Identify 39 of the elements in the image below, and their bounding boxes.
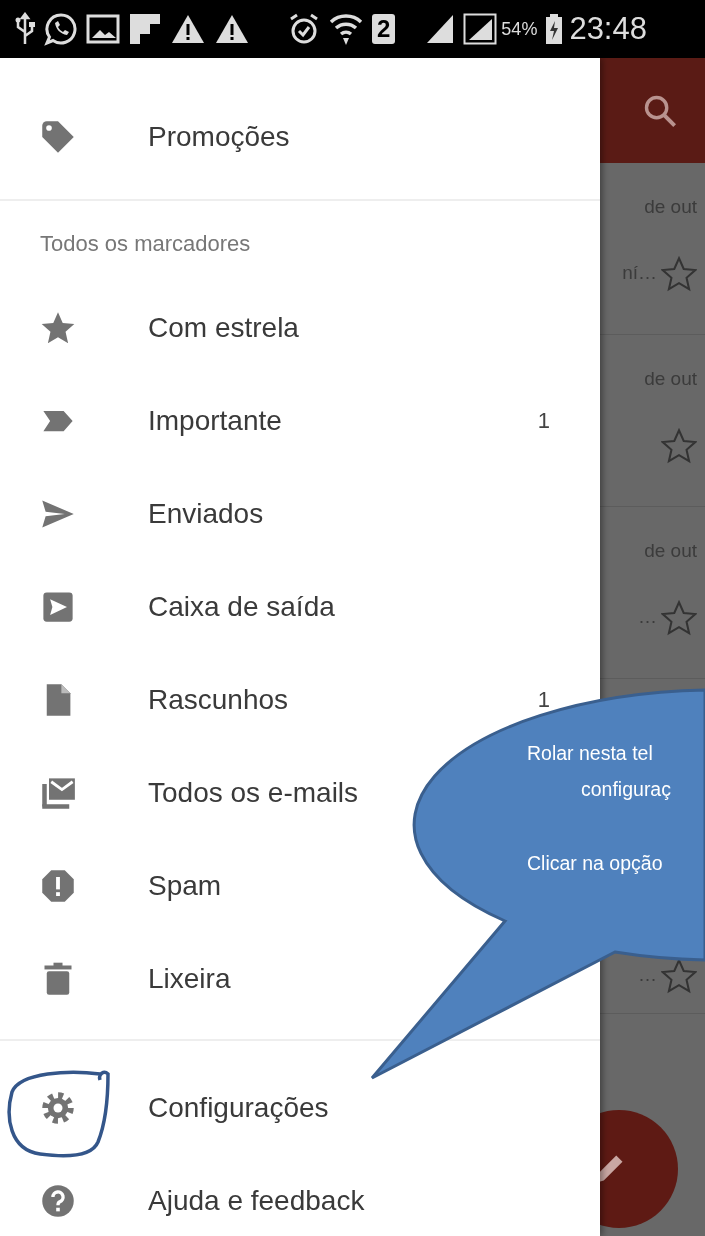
drawer-item[interactable]: Caixa de saída: [0, 560, 355, 653]
alarm-clock-icon: [288, 12, 320, 46]
callout-text: configuraç: [581, 777, 671, 802]
star-icon[interactable]: [661, 599, 697, 636]
usb-icon: [14, 12, 36, 46]
clock-time: 23:48: [569, 9, 647, 48]
battery-percentage: 54%: [501, 17, 538, 41]
section-header: Todos os marcadores: [39, 230, 252, 258]
sim-slot-indicator: 2: [372, 14, 396, 44]
signal-icon: [463, 13, 498, 45]
warning-icon: [214, 13, 250, 45]
drawer-item[interactable]: Todos os e-mails: [0, 746, 379, 839]
drawer-item[interactable]: Promoções: [0, 90, 310, 183]
drawer-item[interactable]: Com estrela: [0, 281, 319, 374]
email-snippet: …: [638, 963, 657, 988]
warning-icon: [170, 13, 206, 45]
star-icon[interactable]: [661, 255, 697, 292]
star-icon[interactable]: [661, 427, 697, 464]
drawer-item[interactable]: Lixeira: [0, 932, 251, 1025]
battery-icon: [545, 13, 564, 45]
unread-count: 1: [537, 409, 550, 432]
help-icon: [40, 1182, 76, 1219]
star-icon[interactable]: [661, 957, 697, 994]
callout-text: Clicar na opção: [527, 851, 663, 876]
tag-icon: [40, 118, 76, 155]
settings-icon: [40, 1089, 76, 1126]
flip-app-icon: [128, 12, 162, 46]
drawer-item[interactable]: Enviados: [0, 467, 284, 560]
drawer-item[interactable]: Importante 1: [0, 374, 600, 467]
unread-count: 1: [537, 688, 550, 711]
email-snippet: …: [638, 605, 657, 630]
image-icon: [86, 14, 120, 44]
chat-app-icon: [44, 12, 78, 46]
exclamation-octagon-icon: [40, 867, 76, 904]
drawer-item[interactable]: Configurações: [0, 1061, 349, 1154]
wifi-icon: [328, 12, 364, 46]
signal-icon: [425, 13, 456, 45]
drawer-item[interactable]: Ajuda e feedback: [0, 1154, 385, 1236]
drawer-item[interactable]: Spam: [0, 839, 242, 932]
